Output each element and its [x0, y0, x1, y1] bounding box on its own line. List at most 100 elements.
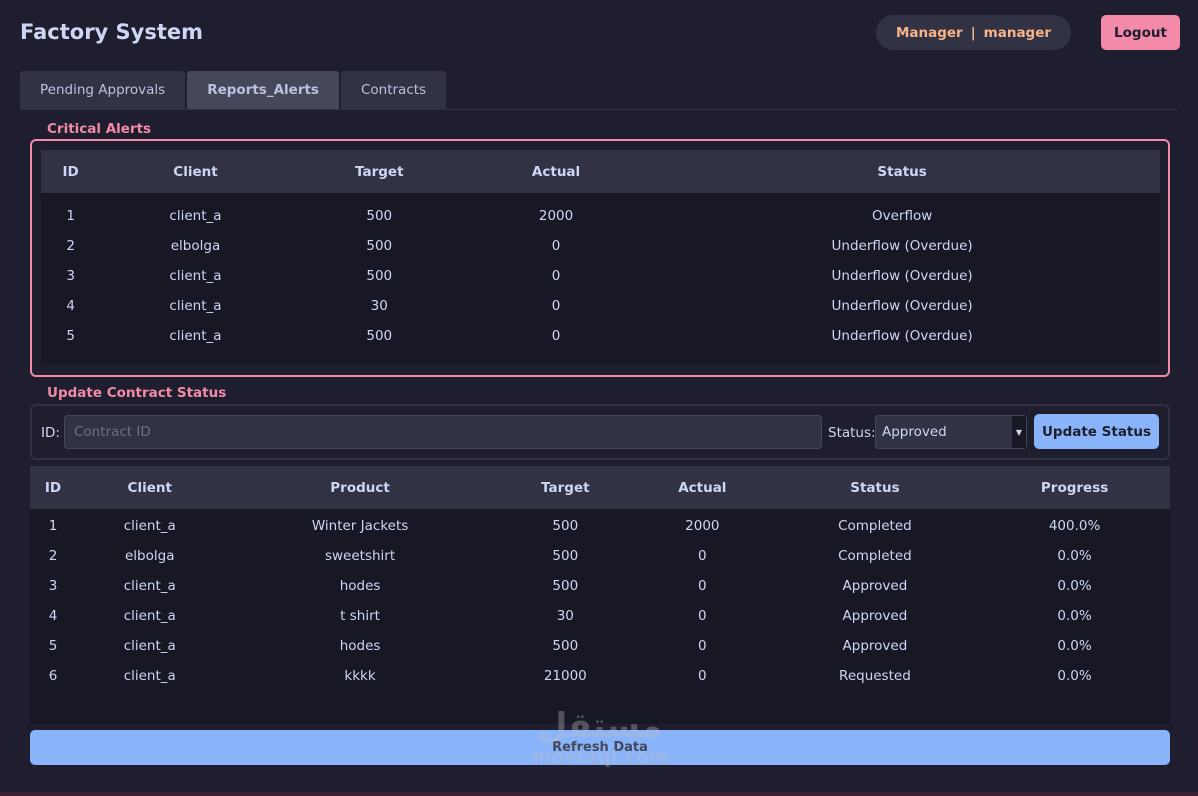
- column-header[interactable]: Progress: [979, 466, 1170, 509]
- cell-status: Underflow (Overdue): [831, 298, 973, 314]
- cell-client: client_a: [123, 668, 176, 684]
- cell-target: 30: [370, 298, 388, 314]
- cell-id: 2: [48, 548, 58, 564]
- status-dropdown-value: Approved: [882, 424, 947, 440]
- update-status-button[interactable]: Update Status: [1034, 414, 1159, 449]
- cell-status: Approved: [842, 638, 908, 654]
- user-name: manager: [983, 24, 1052, 41]
- cell-product: kkkk: [344, 668, 376, 684]
- cell-client: client_a: [123, 638, 176, 654]
- user-role: Manager: [895, 24, 963, 41]
- column-header[interactable]: Client: [100, 150, 291, 193]
- status-label: Status:: [828, 425, 876, 441]
- cell-product: hodes: [339, 638, 381, 654]
- column-header[interactable]: Status: [770, 466, 980, 509]
- cell-product: t shirt: [340, 608, 380, 624]
- cell-actual: 0: [698, 548, 707, 564]
- cell-target: 500: [366, 268, 393, 284]
- column-header[interactable]: Target: [496, 466, 634, 509]
- column-header[interactable]: Actual: [467, 150, 645, 193]
- tab-contracts[interactable]: Contracts: [340, 71, 447, 109]
- cell-actual: 2000: [685, 518, 720, 534]
- table-row[interactable]: 4 client_a 30 0 Underflow (Overdue): [41, 291, 1160, 321]
- cell-actual: 2000: [538, 208, 574, 224]
- user-badge: Manager | manager: [876, 15, 1071, 50]
- cell-actual: 0: [551, 298, 561, 314]
- table-row[interactable]: 6 client_a kkkk 21000 0 Requested 0.0%: [30, 661, 1170, 691]
- table-row[interactable]: 1 client_a Winter Jackets 500 2000 Compl…: [30, 511, 1170, 541]
- app-title: Factory System: [20, 20, 204, 44]
- table-row[interactable]: 5 client_a 500 0 Underflow (Overdue): [41, 321, 1160, 351]
- critical-alerts-title: Critical Alerts: [47, 121, 152, 137]
- tab-bar: Pending Approvals Reports_Alerts Contrac…: [20, 71, 447, 109]
- column-header[interactable]: ID: [30, 466, 76, 509]
- cell-status: Completed: [838, 518, 912, 534]
- cell-actual: 0: [698, 638, 707, 654]
- cell-status: Approved: [842, 608, 908, 624]
- table-row[interactable]: 1 client_a 500 2000 Overflow: [41, 201, 1160, 231]
- cell-client: elbolga: [170, 238, 221, 254]
- cell-progress: 0.0%: [1057, 608, 1092, 624]
- cell-status: Underflow (Overdue): [831, 328, 973, 344]
- column-header[interactable]: Actual: [634, 466, 771, 509]
- column-header[interactable]: Product: [223, 466, 497, 509]
- cell-id: 3: [48, 578, 58, 594]
- table-row[interactable]: 3 client_a 500 0 Underflow (Overdue): [41, 261, 1160, 291]
- cell-id: 5: [48, 638, 58, 654]
- critical-alerts-frame: ID Client Target Actual Status 1 client_…: [30, 139, 1170, 377]
- cell-status: Approved: [842, 578, 908, 594]
- table-row[interactable]: 3 client_a hodes 500 0 Approved 0.0%: [30, 571, 1170, 601]
- update-status-bar: ID: Status: Approved ▼ Update Status: [30, 404, 1170, 460]
- cell-client: client_a: [123, 518, 176, 534]
- cell-client: client_a: [123, 578, 176, 594]
- cell-target: 500: [552, 638, 579, 654]
- cell-progress: 0.0%: [1057, 668, 1092, 684]
- cell-progress: 0.0%: [1057, 548, 1092, 564]
- cell-actual: 0: [698, 578, 707, 594]
- cell-id: 2: [66, 238, 75, 254]
- column-header[interactable]: Client: [75, 466, 224, 509]
- cell-status: Underflow (Overdue): [831, 238, 973, 254]
- cell-id: 5: [66, 328, 75, 344]
- table-row[interactable]: 5 client_a hodes 500 0 Approved 0.0%: [30, 631, 1170, 661]
- table-header-row: ID Client Target Actual Status: [41, 150, 1160, 193]
- cell-id: 4: [48, 608, 58, 624]
- tab-pending-approvals[interactable]: Pending Approvals: [20, 71, 186, 109]
- update-contract-status-title: Update Contract Status: [47, 385, 227, 401]
- cell-target: 30: [556, 608, 574, 624]
- cell-product: Winter Jackets: [311, 518, 409, 534]
- cell-client: client_a: [169, 328, 222, 344]
- contracts-table-container[interactable]: ID Client Product Target Actual Status P…: [30, 466, 1170, 724]
- id-label: ID:: [41, 425, 60, 441]
- status-dropdown[interactable]: Approved ▼: [875, 415, 1027, 449]
- cell-target: 500: [552, 548, 579, 564]
- table-row[interactable]: 4 client_a t shirt 30 0 Approved 0.0%: [30, 601, 1170, 631]
- critical-alerts-table: ID Client Target Actual Status 1 client_…: [41, 150, 1160, 351]
- cell-actual: 0: [551, 238, 561, 254]
- tab-reports-alerts[interactable]: Reports_Alerts: [187, 71, 339, 109]
- cell-actual: 0: [698, 608, 707, 624]
- cell-target: 21000: [543, 668, 587, 684]
- critical-alerts-table-container[interactable]: ID Client Target Actual Status 1 client_…: [41, 150, 1160, 365]
- cell-product: hodes: [339, 578, 381, 594]
- cell-actual: 0: [698, 668, 707, 684]
- refresh-data-button[interactable]: Refresh Data: [30, 730, 1170, 765]
- contract-id-input[interactable]: [64, 415, 822, 449]
- table-row[interactable]: 2 elbolga 500 0 Underflow (Overdue): [41, 231, 1160, 261]
- cell-progress: 0.0%: [1057, 578, 1092, 594]
- column-header[interactable]: Status: [644, 150, 1160, 193]
- dropdown-arrow-icon[interactable]: ▼: [1012, 416, 1026, 448]
- logout-button[interactable]: Logout: [1101, 15, 1180, 50]
- cell-client: client_a: [169, 208, 222, 224]
- cell-target: 500: [366, 208, 393, 224]
- table-row[interactable]: 2 elbolga sweetshirt 500 0 Completed 0.0…: [30, 541, 1170, 571]
- cell-status: Overflow: [871, 208, 933, 224]
- cell-target: 500: [552, 518, 579, 534]
- cell-client: client_a: [169, 268, 222, 284]
- cell-target: 500: [552, 578, 579, 594]
- cell-client: client_a: [169, 298, 222, 314]
- column-header[interactable]: ID: [41, 150, 101, 193]
- cell-id: 6: [48, 668, 58, 684]
- column-header[interactable]: Target: [290, 150, 468, 193]
- cell-client: client_a: [123, 608, 176, 624]
